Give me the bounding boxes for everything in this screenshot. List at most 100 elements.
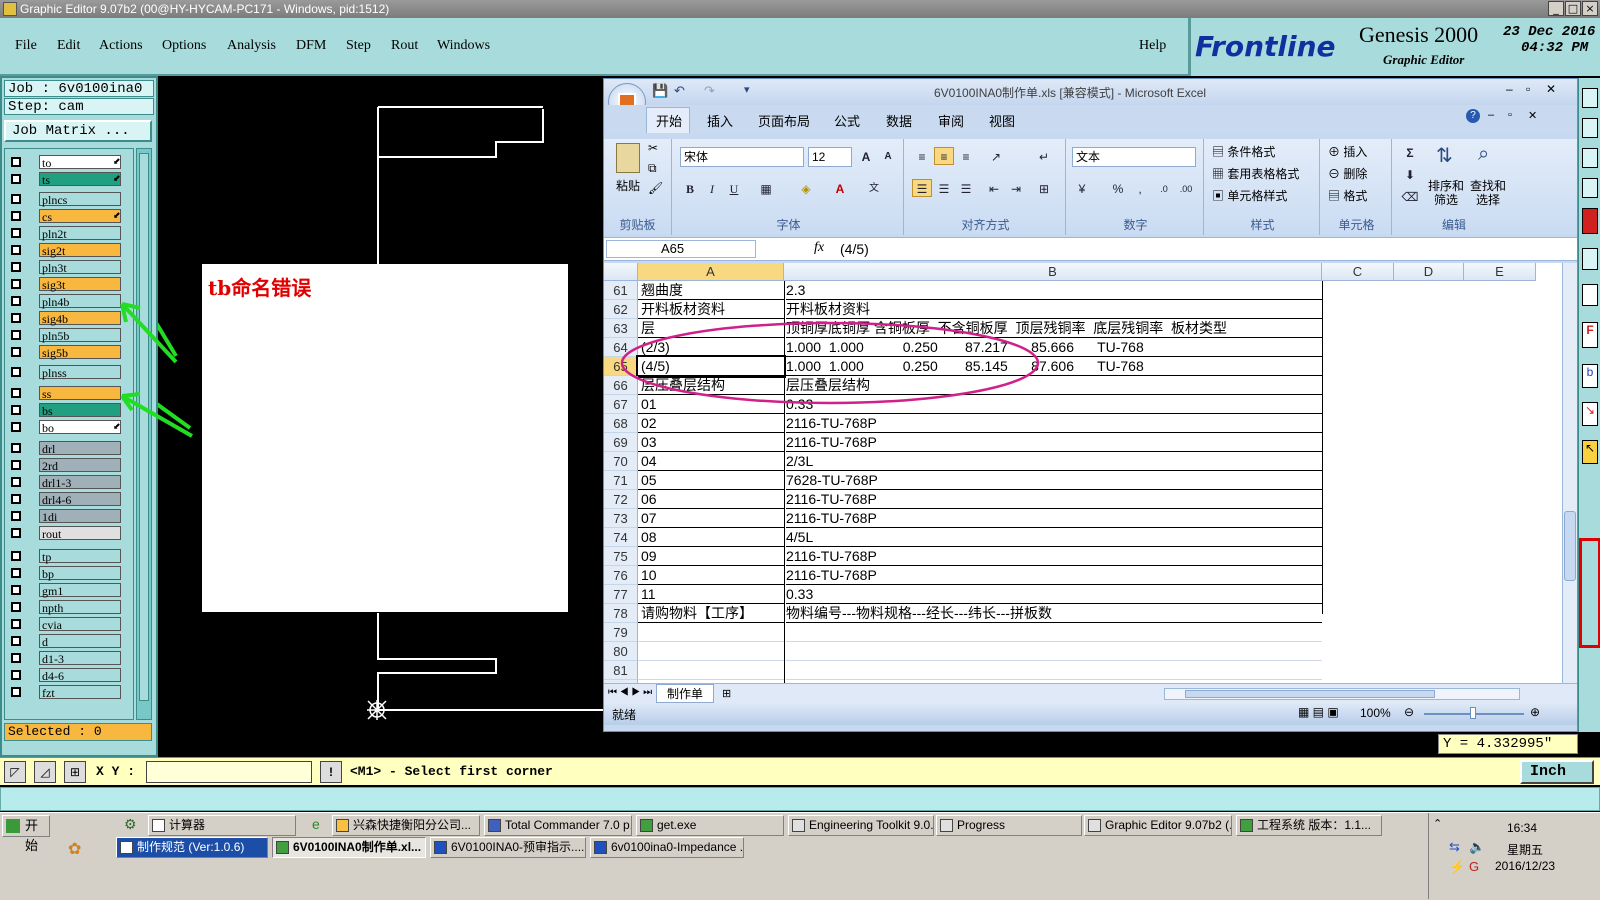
ribbon-minimize-icon[interactable]: –	[1488, 109, 1494, 121]
layer-checkbox[interactable]	[11, 296, 21, 306]
excel-vertical-scrollbar[interactable]	[1562, 263, 1577, 693]
close-button[interactable]: ×	[1582, 1, 1598, 16]
qat-redo-icon[interactable]: ↷	[704, 83, 715, 99]
excel-hscroll-thumb[interactable]	[1185, 690, 1435, 698]
font-name-select[interactable]: 宋体	[680, 147, 804, 167]
sort-filter-label[interactable]: 排序和筛选	[1428, 179, 1464, 207]
layer-name[interactable]: sig2t	[39, 243, 121, 258]
right-tool-3[interactable]	[1582, 148, 1598, 168]
right-tool-5[interactable]	[1582, 208, 1598, 234]
layer-checkbox[interactable]	[11, 367, 21, 377]
layer-checkbox[interactable]	[11, 511, 21, 521]
right-tool-pointer-icon[interactable]: ↖	[1582, 440, 1598, 464]
layer-row-sig2t[interactable]: sig2t	[7, 243, 123, 258]
layer-checkbox[interactable]	[11, 460, 21, 470]
find-select-label[interactable]: 查找和选择	[1468, 179, 1508, 207]
fill-color-icon[interactable]: ◈	[796, 179, 816, 197]
zoom-in-icon[interactable]: ⊕	[1530, 705, 1540, 719]
qat-save-icon[interactable]: 💾	[652, 83, 668, 99]
menu-file[interactable]: File	[15, 38, 37, 54]
layer-name[interactable]: to	[39, 155, 121, 170]
taskbar-button[interactable]: Graphic Editor 9.07b2 (...	[1084, 815, 1232, 836]
layer-row-drl4-6[interactable]: drl4-6	[7, 492, 123, 507]
layer-name[interactable]: drl	[39, 441, 121, 456]
taskbar-button[interactable]: Engineering Toolkit 9.0...	[788, 815, 934, 836]
taskbar-button[interactable]: 计算器	[148, 815, 296, 836]
zoom-out-icon[interactable]: ⊖	[1404, 705, 1414, 719]
menu-windows[interactable]: Windows	[437, 38, 490, 54]
right-tool-9[interactable]: ↘	[1582, 402, 1598, 426]
tab-formulas[interactable]: 公式	[834, 111, 860, 130]
layer-checkbox[interactable]	[11, 653, 21, 663]
layer-row-sig4b[interactable]: sig4b	[7, 311, 123, 326]
delete-cells-button[interactable]: ⊖ 删除	[1328, 165, 1367, 182]
orientation-icon[interactable]: ↗	[986, 147, 1006, 165]
taskbar-button[interactable]: 工程系统 版本：1.1...	[1236, 815, 1382, 836]
layer-row-npth[interactable]: npth	[7, 600, 123, 615]
clock-day[interactable]: 星期五	[1507, 841, 1543, 858]
font-size-select[interactable]: 12	[808, 147, 852, 167]
layer-name[interactable]: cvia	[39, 617, 121, 632]
layer-row-pln3t[interactable]: pln3t	[7, 260, 123, 275]
wrap-text-icon[interactable]: ↵	[1034, 147, 1054, 165]
layer-name[interactable]: bs	[39, 403, 121, 418]
sheet-nav-icons[interactable]: ⏮ ◀ ▶ ⏭	[608, 687, 652, 698]
name-box[interactable]: A65	[606, 240, 756, 258]
layer-name[interactable]: sig3t	[39, 277, 121, 292]
layer-checkbox[interactable]	[11, 347, 21, 357]
increase-indent-icon[interactable]: ⇥	[1006, 179, 1026, 197]
increase-decimal-icon[interactable]: .0	[1154, 179, 1174, 197]
tab-page-layout[interactable]: 页面布局	[758, 111, 810, 130]
layer-name[interactable]: plncs	[39, 192, 121, 207]
graphic-canvas[interactable]: tb命名错误	[158, 76, 603, 757]
layer-name[interactable]: pln4b	[39, 294, 121, 309]
fill-icon[interactable]: ⬇	[1400, 165, 1420, 183]
menu-rout[interactable]: Rout	[391, 38, 418, 54]
layer-row-cs[interactable]: cs ⬋	[7, 209, 123, 224]
menu-step[interactable]: Step	[346, 38, 371, 54]
align-center-icon[interactable]: ☰	[934, 179, 954, 197]
shrink-font-icon[interactable]: A	[878, 147, 898, 165]
xy-input[interactable]	[146, 761, 312, 783]
layer-row-2rd[interactable]: 2rd	[7, 458, 123, 473]
tray-volume-icon[interactable]: 🔈	[1469, 839, 1485, 855]
layer-checkbox[interactable]	[11, 174, 21, 184]
underline-icon[interactable]: U	[724, 179, 744, 197]
layer-name[interactable]: sig5b	[39, 345, 121, 360]
decrease-decimal-icon[interactable]: .00	[1176, 179, 1196, 197]
layer-row-drl1-3[interactable]: drl1-3	[7, 475, 123, 490]
layer-checkbox[interactable]	[11, 636, 21, 646]
decrease-indent-icon[interactable]: ⇤	[984, 179, 1004, 197]
ribbon-close-icon[interactable]: ✕	[1528, 109, 1537, 122]
layer-row-pln2t[interactable]: pln2t	[7, 226, 123, 241]
comma-icon[interactable]: ,	[1130, 179, 1150, 197]
align-right-icon[interactable]: ☰	[956, 179, 976, 197]
layer-row-sig5b[interactable]: sig5b	[7, 345, 123, 360]
tray-network-icon[interactable]: ⇆	[1449, 839, 1460, 855]
taskbar-button[interactable]: 制作规范 (Ver:1.0.6)	[116, 837, 268, 858]
layer-checkbox[interactable]	[11, 422, 21, 432]
zoom-level[interactable]: 100%	[1360, 706, 1391, 720]
layer-name[interactable]: 1di	[39, 509, 121, 524]
conditional-format-button[interactable]: ▤ 条件格式	[1212, 143, 1275, 160]
layer-name[interactable]: sig4b	[39, 311, 121, 326]
qat-undo-icon[interactable]: ↶	[674, 83, 685, 99]
sheet-tab-active[interactable]: 制作单	[656, 684, 714, 703]
ribbon-restore-icon[interactable]: ▫	[1508, 109, 1512, 121]
layer-row-bo[interactable]: bo ⬋	[7, 420, 123, 435]
layer-name[interactable]: ts	[39, 172, 121, 187]
layer-checkbox[interactable]	[11, 330, 21, 340]
number-format-select[interactable]: 文本	[1072, 147, 1196, 167]
layer-name[interactable]: d4-6	[39, 668, 121, 683]
right-tool-2[interactable]	[1582, 118, 1598, 138]
tab-view[interactable]: 视图	[989, 111, 1015, 130]
menu-dfm[interactable]: DFM	[296, 38, 326, 54]
taskbar-button[interactable]: 6V0100INA0-预审指示....	[430, 837, 586, 858]
layer-checkbox[interactable]	[11, 477, 21, 487]
layer-checkbox[interactable]	[11, 313, 21, 323]
layer-row-d1-3[interactable]: d1-3	[7, 651, 123, 666]
excel-restore-button[interactable]: ▫	[1526, 82, 1530, 96]
grid-tool-icon[interactable]: ⊞	[64, 761, 86, 783]
clock-date[interactable]: 2016/12/23	[1495, 859, 1555, 873]
sort-filter-icon[interactable]: ⇅	[1436, 143, 1453, 168]
